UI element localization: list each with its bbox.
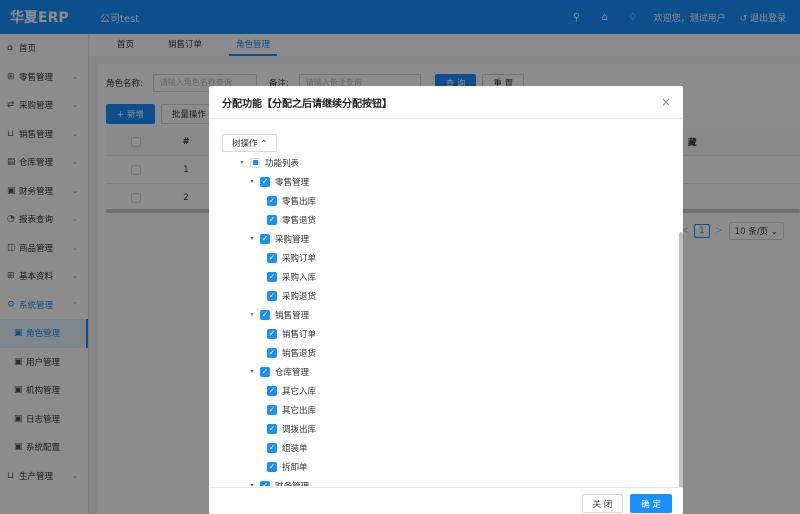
tree-node-label: 销售管理 xyxy=(275,310,310,321)
tree-node-label: 拆卸单 xyxy=(282,462,308,473)
tree-node-label: 采购入库 xyxy=(282,272,317,283)
tree-checkbox-checked[interactable]: ✓ xyxy=(267,404,277,415)
tree-node[interactable]: ▾ ✓ 销售管理 xyxy=(247,305,309,324)
modal-footer: 关 闭 确 定 xyxy=(209,487,683,514)
tree-node[interactable]: ▾ ✓ 零售管理 xyxy=(247,172,309,191)
close-button[interactable]: 关 闭 xyxy=(581,494,624,513)
tree-checkbox-checked[interactable]: ✓ xyxy=(267,423,277,434)
tree-node-label: 零售退货 xyxy=(282,215,317,226)
tree-node[interactable]: ✓ 采购退货 xyxy=(267,286,316,305)
tree-node-label: 销售退货 xyxy=(282,348,317,359)
tree-node[interactable]: ✓ 零售退货 xyxy=(267,210,316,229)
tree-checkbox-checked[interactable]: ✓ xyxy=(267,271,277,282)
tree-node-label: 销售订单 xyxy=(282,329,317,340)
tree-node-label: 零售管理 xyxy=(275,177,310,188)
close-icon[interactable]: × xyxy=(661,95,671,109)
caret-down-icon[interactable]: ▾ xyxy=(247,482,257,486)
tree-node[interactable]: ▾✓ 财务管理 xyxy=(247,476,309,486)
tree-node[interactable]: ✓ 其它入库 xyxy=(267,381,316,400)
tree-node[interactable]: ✓ 拆卸单 xyxy=(267,457,308,476)
tree-checkbox-checked[interactable]: ✓ xyxy=(260,176,270,187)
tree-node[interactable]: ✓ 采购入库 xyxy=(267,267,316,286)
tree-node-label: 采购订单 xyxy=(282,253,317,264)
assign-function-modal: 分配功能【分配之后请继续分配按钮】 × 树操作 ⌃ ▾ 功能列表 ▾ ✓ 零售管理 ✓ 零售… xyxy=(209,86,683,514)
confirm-button[interactable]: 确 定 xyxy=(630,494,672,513)
tree-node[interactable]: ✓ 调拨出库 xyxy=(267,419,316,438)
caret-down-icon[interactable]: ▾ xyxy=(237,159,247,166)
tree-node-label: 调拨出库 xyxy=(282,424,317,435)
tree-node-label: 组装单 xyxy=(282,443,308,454)
tree-checkbox-checked[interactable]: ✓ xyxy=(267,385,277,396)
caret-down-icon[interactable]: ▾ xyxy=(247,178,257,185)
tree-checkbox-checked[interactable]: ✓ xyxy=(260,309,270,320)
tree-node-label: 财务管理 xyxy=(275,480,309,487)
tree-checkbox-checked[interactable]: ✓ xyxy=(260,480,270,486)
tree-node[interactable]: ▾ ✓ 仓库管理 xyxy=(247,362,309,381)
caret-down-icon[interactable]: ▾ xyxy=(247,311,257,318)
tree-checkbox-checked[interactable]: ✓ xyxy=(267,214,277,225)
tree-checkbox-checked[interactable]: ✓ xyxy=(260,233,270,244)
caret-down-icon[interactable]: ▾ xyxy=(247,368,257,375)
tree-node[interactable]: ✓ 其它出库 xyxy=(267,400,316,419)
tree-node-label: 采购退货 xyxy=(282,291,317,302)
tree-node[interactable]: ✓ 销售退货 xyxy=(267,343,316,362)
tree-checkbox-checked[interactable]: ✓ xyxy=(267,328,277,339)
function-tree: ▾ 功能列表 ▾ ✓ 零售管理 ✓ 零售出库 ✓ 零售退货 ▾ ✓ 采购管理 ✓ 采购订单 ✓ 采购入库 ✓ 采购… xyxy=(209,153,679,486)
tree-node-label: 其它入库 xyxy=(282,386,317,397)
tree-checkbox-checked[interactable]: ✓ xyxy=(260,366,270,377)
tree-operation-dropdown[interactable]: 树操作 ⌃ xyxy=(222,134,278,152)
tree-node[interactable]: ▾ 功能列表 xyxy=(237,153,299,172)
caret-down-icon[interactable]: ▾ xyxy=(247,235,257,242)
tree-node-label: 零售出库 xyxy=(282,196,317,207)
tree-node-label: 仓库管理 xyxy=(275,367,310,378)
tree-node[interactable]: ✓ 销售订单 xyxy=(267,324,316,343)
tree-checkbox-checked[interactable]: ✓ xyxy=(267,442,277,453)
tree-checkbox-indeterminate[interactable] xyxy=(250,157,260,168)
tree-checkbox-checked[interactable]: ✓ xyxy=(267,195,277,206)
tree-node[interactable]: ✓ 零售出库 xyxy=(267,191,316,210)
tree-node-label: 其它出库 xyxy=(282,405,317,416)
tree-checkbox-checked[interactable]: ✓ xyxy=(267,290,277,301)
modal-vertical-scrollbar[interactable] xyxy=(679,232,683,492)
tree-node-label: 功能列表 xyxy=(265,158,300,169)
tree-checkbox-checked[interactable]: ✓ xyxy=(267,347,277,358)
tree-node[interactable]: ▾ ✓ 采购管理 xyxy=(247,229,309,248)
modal-header: 分配功能【分配之后请继续分配按钮】 × xyxy=(209,86,683,119)
tree-checkbox-checked[interactable]: ✓ xyxy=(267,252,277,263)
tree-node-label: 采购管理 xyxy=(275,234,310,245)
modal-title: 分配功能【分配之后请继续分配按钮】 xyxy=(222,98,392,110)
tree-node[interactable]: ✓ 组装单 xyxy=(267,438,308,457)
tree-node[interactable]: ✓ 采购订单 xyxy=(267,248,316,267)
tree-checkbox-checked[interactable]: ✓ xyxy=(267,461,277,472)
